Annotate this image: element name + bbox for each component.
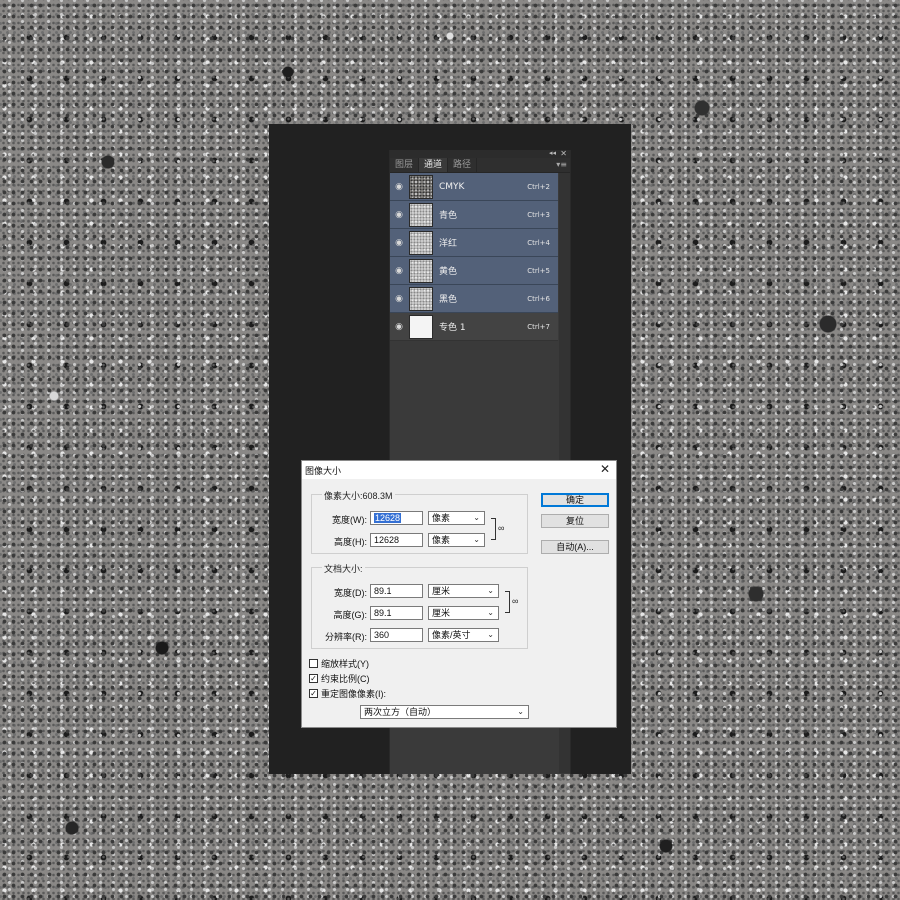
ok-button[interactable]: 确定: [541, 493, 609, 507]
pixel-height-unit-select[interactable]: 像素 ⌄: [428, 533, 485, 547]
channel-thumbnail: [409, 258, 433, 283]
auto-button[interactable]: 自动(A)...: [541, 540, 609, 554]
resample-method-value: 两次立方（自动）: [364, 707, 437, 717]
chevron-down-icon: ⌄: [487, 608, 494, 617]
pixel-height-input[interactable]: 12628: [370, 533, 423, 547]
resample-option[interactable]: ✓ 重定图像像素(I):: [309, 687, 386, 700]
channel-shortcut: Ctrl+2: [527, 182, 550, 191]
channel-row-black[interactable]: ◉ 黑色 Ctrl+6: [390, 285, 558, 313]
chevron-down-icon: ⌄: [487, 630, 494, 639]
pixel-width-label: 宽度(W):: [332, 515, 367, 525]
pixel-width-value: 12628: [374, 513, 402, 523]
scale-styles-label: 缩放样式(Y): [321, 659, 369, 669]
close-icon[interactable]: ✕: [600, 462, 610, 476]
scale-styles-checkbox[interactable]: [309, 659, 318, 668]
doc-width-input[interactable]: 89.1: [370, 584, 423, 598]
eye-icon[interactable]: ◉: [390, 210, 408, 220]
pixel-height-unit: 像素: [432, 535, 451, 545]
resample-method-select[interactable]: 两次立方（自动） ⌄: [360, 705, 529, 719]
eye-icon[interactable]: ◉: [390, 266, 408, 276]
channel-name: 洋红: [439, 239, 458, 249]
doc-width-value: 89.1: [374, 586, 392, 596]
dialog-title: 图像大小: [305, 466, 342, 476]
image-size-dialog: 图像大小 ✕ 像素大小:608.3M 宽度(W): 12628 像素 ⌄ 高度(H…: [301, 460, 617, 728]
channel-thumbnail: [409, 230, 433, 255]
collapse-panel-icon[interactable]: ◂◂: [549, 149, 556, 158]
resolution-label: 分辨率(R):: [325, 632, 367, 642]
channel-row-yellow[interactable]: ◉ 黄色 Ctrl+5: [390, 257, 558, 285]
chevron-down-icon: ⌄: [473, 513, 480, 522]
panel-tabbar: 图层 通道 路径 ▾≡: [390, 158, 570, 173]
pixel-dimensions-legend: 像素大小:608.3M: [322, 489, 395, 502]
doc-height-value: 89.1: [374, 608, 392, 618]
channel-name: CMYK: [439, 181, 465, 192]
channel-name: 黑色: [439, 295, 458, 305]
tab-paths[interactable]: 路径: [448, 158, 478, 172]
channel-shortcut: Ctrl+6: [527, 294, 550, 303]
resolution-input[interactable]: 360: [370, 628, 423, 642]
channel-row-cmyk[interactable]: ◉ CMYK Ctrl+2: [390, 173, 558, 201]
resample-checkbox[interactable]: ✓: [309, 689, 318, 698]
chain-link-icon: ∞: [498, 523, 505, 533]
channel-shortcut: Ctrl+3: [527, 210, 550, 219]
document-size-legend: 文档大小:: [322, 562, 365, 575]
doc-width-unit-select[interactable]: 厘米 ⌄: [428, 584, 499, 598]
eye-icon[interactable]: ◉: [390, 182, 408, 192]
chain-link-icon: ∞: [512, 596, 519, 606]
channel-shortcut: Ctrl+4: [527, 238, 550, 247]
chevron-down-icon: ⌄: [487, 586, 494, 595]
tab-channels[interactable]: 通道: [419, 158, 449, 172]
resample-label: 重定图像像素(I):: [321, 689, 386, 699]
pixel-link-bracket: [491, 518, 496, 540]
doc-height-unit-select[interactable]: 厘米 ⌄: [428, 606, 499, 620]
resolution-unit: 像素/英寸: [432, 630, 471, 640]
channel-row-spot[interactable]: ◉ 专色 1 Ctrl+7: [390, 313, 558, 341]
doc-link-bracket: [505, 591, 510, 613]
channel-name: 黄色: [439, 267, 458, 277]
constrain-checkbox[interactable]: ✓: [309, 674, 318, 683]
pixel-width-input[interactable]: 12628: [370, 511, 423, 525]
resolution-value: 360: [374, 630, 390, 640]
channel-thumbnail: [409, 314, 433, 339]
doc-height-unit: 厘米: [432, 608, 451, 618]
pixel-width-unit-select[interactable]: 像素 ⌄: [428, 511, 485, 525]
scale-styles-option[interactable]: 缩放样式(Y): [309, 657, 369, 670]
panel-menu-icon[interactable]: ▾≡: [556, 159, 567, 171]
pixel-width-unit: 像素: [432, 513, 451, 523]
chevron-down-icon: ⌄: [517, 707, 524, 716]
doc-height-input[interactable]: 89.1: [370, 606, 423, 620]
close-panel-icon[interactable]: ✕: [560, 149, 567, 158]
channel-shortcut: Ctrl+7: [527, 322, 550, 331]
constrain-label: 约束比例(C): [321, 674, 370, 684]
pixel-height-label: 高度(H):: [334, 537, 367, 547]
constrain-option[interactable]: ✓ 约束比例(C): [309, 672, 370, 685]
resolution-unit-select[interactable]: 像素/英寸 ⌄: [428, 628, 499, 642]
channel-thumbnail: [409, 286, 433, 311]
tab-layers[interactable]: 图层: [390, 158, 420, 172]
channel-row-cyan[interactable]: ◉ 青色 Ctrl+3: [390, 201, 558, 229]
channel-thumbnail: [409, 174, 433, 199]
doc-height-label: 高度(G):: [333, 610, 368, 620]
doc-width-label: 宽度(D):: [334, 588, 367, 598]
eye-icon[interactable]: ◉: [390, 322, 408, 332]
channel-name: 专色 1: [439, 323, 466, 333]
dialog-titlebar: 图像大小 ✕: [302, 461, 616, 479]
channel-row-magenta[interactable]: ◉ 洋红 Ctrl+4: [390, 229, 558, 257]
channel-thumbnail: [409, 202, 433, 227]
reset-button[interactable]: 复位: [541, 514, 609, 528]
eye-icon[interactable]: ◉: [390, 238, 408, 248]
eye-icon[interactable]: ◉: [390, 294, 408, 304]
channel-name: 青色: [439, 211, 458, 221]
chevron-down-icon: ⌄: [473, 535, 480, 544]
doc-width-unit: 厘米: [432, 586, 451, 596]
panel-topbar: ◂◂ ✕: [390, 149, 570, 158]
pixel-height-value: 12628: [374, 535, 400, 545]
channel-shortcut: Ctrl+5: [527, 266, 550, 275]
